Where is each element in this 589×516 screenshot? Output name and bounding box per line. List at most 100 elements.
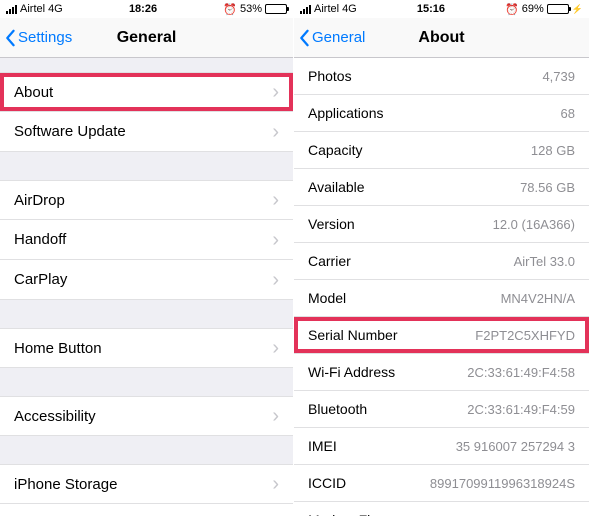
row-value: 68 — [561, 106, 575, 121]
row-background-app-refresh[interactable]: Background App Refresh › — [0, 504, 293, 516]
row-label: Wi-Fi Address — [308, 364, 395, 380]
chevron-right-icon: › — [272, 338, 279, 358]
group: Home Button › — [0, 328, 293, 368]
battery-icon — [547, 4, 569, 14]
row-iphone-storage[interactable]: iPhone Storage › — [0, 464, 293, 504]
chevron-left-icon — [298, 29, 310, 47]
row-label: Capacity — [308, 142, 362, 158]
row-imei[interactable]: IMEI 35 916007 257294 3 — [294, 428, 589, 465]
nav-bar: Settings General — [0, 18, 293, 58]
row-serial-number[interactable]: Serial Number F2PT2C5XHFYD — [294, 317, 589, 354]
page-title: General — [117, 29, 177, 47]
row-label: CarPlay — [14, 271, 67, 288]
row-label: Software Update — [14, 123, 126, 140]
row-label: Model — [308, 290, 346, 306]
row-wi-fi-address[interactable]: Wi-Fi Address 2C:33:61:49:F4:58 — [294, 354, 589, 391]
row-about[interactable]: About › — [0, 72, 293, 112]
row-label: Bluetooth — [308, 401, 367, 417]
clock: 15:16 — [417, 3, 445, 15]
row-label: Photos — [308, 68, 352, 84]
page-title: About — [418, 29, 464, 47]
row-value: AirTel 33.0 — [514, 254, 575, 269]
battery-icon — [265, 4, 287, 14]
content: Photos 4,739 Applications 68 Capacity 128 GB A… — [294, 58, 589, 516]
row-value: 35 916007 257294 3 — [456, 439, 575, 454]
group: Accessibility › — [0, 396, 293, 436]
signal-icon — [6, 5, 17, 14]
status-bar: Airtel 4G 15:16 ⏰ 69% ⚡ — [294, 0, 589, 18]
back-label: Settings — [18, 29, 72, 46]
charging-icon: ⚡ — [572, 4, 583, 15]
row-value: 2C:33:61:49:F4:58 — [467, 365, 575, 380]
row-iccid[interactable]: ICCID 8991709911996318924S — [294, 465, 589, 502]
row-carplay[interactable]: CarPlay › — [0, 260, 293, 300]
network: 4G — [342, 3, 357, 15]
row-value: F2PT2C5XHFYD — [475, 328, 575, 343]
group: About › Software Update › — [0, 72, 293, 152]
row-home-button[interactable]: Home Button › — [0, 328, 293, 368]
battery-pct: 53% — [240, 3, 262, 15]
chevron-right-icon: › — [272, 406, 279, 426]
row-value: 4,739 — [542, 69, 575, 84]
chevron-right-icon: › — [272, 270, 279, 290]
row-label: Modem Firmware — [308, 512, 417, 516]
group: iPhone Storage › Background App Refresh … — [0, 464, 293, 516]
clock: 18:26 — [129, 3, 157, 15]
row-model[interactable]: Model MN4V2HN/A — [294, 280, 589, 317]
chevron-right-icon: › — [272, 190, 279, 210]
battery-pct: 69% — [522, 3, 544, 15]
chevron-right-icon: › — [272, 122, 279, 142]
row-software-update[interactable]: Software Update › — [0, 112, 293, 152]
row-label: ICCID — [308, 475, 346, 491]
back-label: General — [312, 29, 365, 46]
carrier: Airtel — [314, 3, 339, 15]
row-value: 78.56 GB — [520, 180, 575, 195]
row-label: Accessibility — [14, 408, 96, 425]
nav-bar: General About — [294, 18, 589, 58]
chevron-right-icon: › — [272, 230, 279, 250]
row-value: 8991709911996318924S — [430, 476, 575, 491]
phone-about: Airtel 4G 15:16 ⏰ 69% ⚡ General About Ph… — [294, 0, 589, 516]
content: About › Software Update › AirDrop › Hand… — [0, 58, 293, 516]
row-bluetooth[interactable]: Bluetooth 2C:33:61:49:F4:59 — [294, 391, 589, 428]
row-label: About — [14, 84, 53, 101]
chevron-right-icon: › — [272, 82, 279, 102]
row-version[interactable]: Version 12.0 (16A366) — [294, 206, 589, 243]
row-label: Handoff — [14, 231, 66, 248]
group: AirDrop › Handoff › CarPlay › — [0, 180, 293, 300]
carrier: Airtel — [20, 3, 45, 15]
row-label: Version — [308, 216, 355, 232]
row-photos[interactable]: Photos 4,739 — [294, 58, 589, 95]
row-label: IMEI — [308, 438, 337, 454]
row-applications[interactable]: Applications 68 — [294, 95, 589, 132]
network: 4G — [48, 3, 63, 15]
alarm-icon: ⏰ — [505, 3, 519, 16]
back-button[interactable]: Settings — [4, 29, 72, 47]
row-label: Available — [308, 179, 365, 195]
back-button[interactable]: General — [298, 29, 365, 47]
phone-general: Airtel 4G 18:26 ⏰ 53% Settings General A… — [0, 0, 294, 516]
row-modem-firmware[interactable]: Modem Firmware 3.00.01 — [294, 502, 589, 516]
row-value: 128 GB — [531, 143, 575, 158]
row-label: Carrier — [308, 253, 351, 269]
signal-icon — [300, 5, 311, 14]
row-carrier[interactable]: Carrier AirTel 33.0 — [294, 243, 589, 280]
row-value: MN4V2HN/A — [501, 291, 575, 306]
row-label: Serial Number — [308, 327, 397, 343]
row-label: Home Button — [14, 340, 102, 357]
row-value: 3.00.01 — [532, 513, 575, 516]
row-label: AirDrop — [14, 192, 65, 209]
row-handoff[interactable]: Handoff › — [0, 220, 293, 260]
row-value: 2C:33:61:49:F4:59 — [467, 402, 575, 417]
chevron-left-icon — [4, 29, 16, 47]
row-capacity[interactable]: Capacity 128 GB — [294, 132, 589, 169]
alarm-icon: ⏰ — [223, 3, 237, 16]
chevron-right-icon: › — [272, 474, 279, 494]
row-label: iPhone Storage — [14, 476, 117, 493]
row-label: Applications — [308, 105, 384, 121]
row-accessibility[interactable]: Accessibility › — [0, 396, 293, 436]
status-bar: Airtel 4G 18:26 ⏰ 53% — [0, 0, 293, 18]
row-value: 12.0 (16A366) — [493, 217, 575, 232]
row-available[interactable]: Available 78.56 GB — [294, 169, 589, 206]
row-airdrop[interactable]: AirDrop › — [0, 180, 293, 220]
